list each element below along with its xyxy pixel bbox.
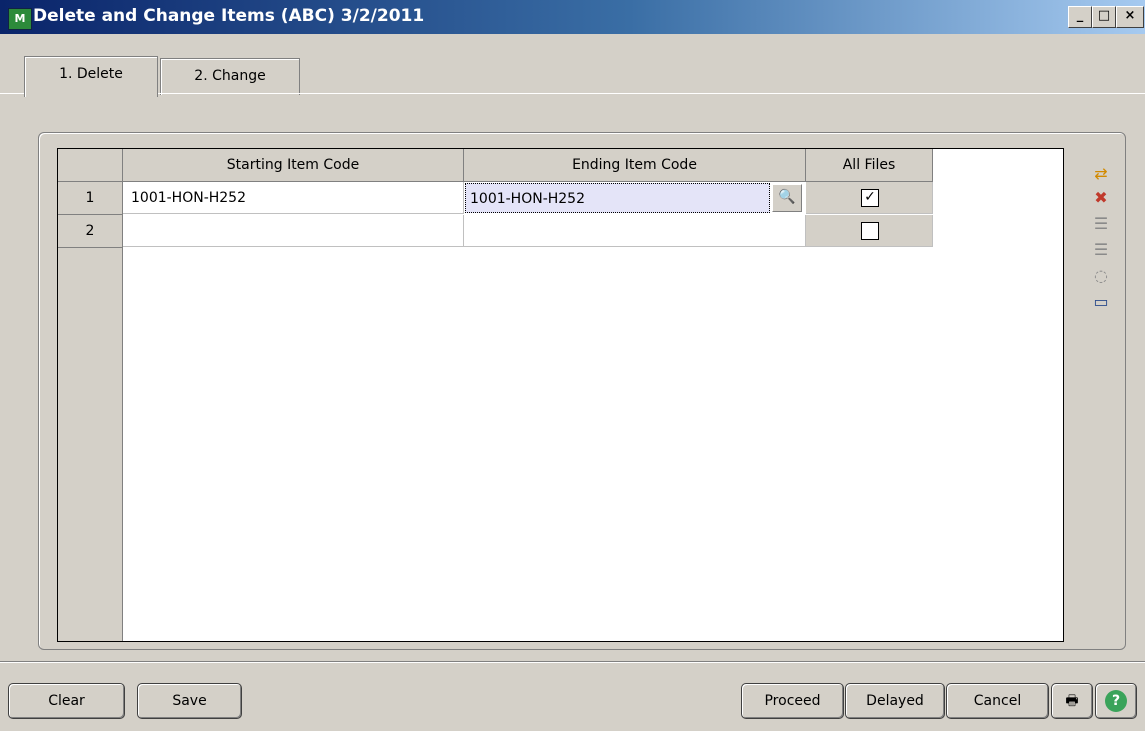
help-icon: ? (1105, 690, 1127, 712)
tab-divider (0, 93, 1145, 94)
ending-item-code-cell[interactable] (464, 215, 806, 247)
row-number[interactable]: 1 (58, 182, 122, 215)
starting-item-code-cell[interactable]: 1001-HON-H252 (123, 182, 464, 214)
insert-row-icon[interactable]: ⇄ (1090, 164, 1112, 184)
corner-header (58, 149, 123, 182)
column-header-all-files[interactable]: All Files (806, 149, 933, 182)
column-header-starting-item-code[interactable]: Starting Item Code (123, 149, 464, 182)
all-files-checkbox-checked[interactable]: ✓ (861, 189, 879, 207)
cancel-button[interactable]: Cancel (946, 683, 1049, 719)
select-icon[interactable]: ◌ (1090, 266, 1112, 286)
tab-delete-label: 1. Delete (59, 66, 123, 82)
outdent-icon[interactable]: ☰ (1090, 240, 1112, 260)
minimize-button[interactable]: _ (1068, 6, 1092, 28)
bottom-divider-highlight (0, 662, 1145, 663)
all-files-cell[interactable] (806, 215, 933, 247)
title-bar: M Delete and Change Items (ABC) 3/2/2011… (0, 0, 1145, 34)
tab-delete[interactable]: 1. Delete (24, 56, 158, 97)
delete-row-icon[interactable]: ✖ (1090, 188, 1112, 208)
items-grid: Starting Item Code Ending Item Code All … (57, 148, 1064, 642)
proceed-button[interactable]: Proceed (741, 683, 844, 719)
tab-change[interactable]: 2. Change (160, 58, 300, 95)
lookup-button[interactable]: 🔍 (772, 184, 802, 212)
row-number[interactable]: 2 (58, 215, 122, 248)
window-title: Delete and Change Items (ABC) 3/2/2011 (33, 6, 425, 26)
print-button[interactable]: 🖶 (1051, 683, 1093, 719)
ending-item-code-cell[interactable]: 1001-HON-H252 (465, 183, 770, 213)
all-files-checkbox[interactable] (861, 222, 879, 240)
starting-item-code-cell[interactable] (123, 215, 464, 247)
close-button[interactable]: × (1116, 6, 1144, 28)
printer-icon: 🖶 (1065, 693, 1079, 709)
help-button[interactable]: ? (1095, 683, 1137, 719)
all-files-cell[interactable]: ✓ (806, 182, 933, 214)
delayed-button[interactable]: Delayed (845, 683, 945, 719)
indent-icon[interactable]: ☰ (1090, 214, 1112, 234)
grid-settings-icon[interactable]: ▭ (1090, 292, 1112, 312)
magnifier-icon: 🔍 (778, 189, 796, 205)
maximize-button[interactable]: □ (1092, 6, 1116, 28)
tab-change-label: 2. Change (194, 68, 266, 84)
column-header-ending-item-code[interactable]: Ending Item Code (464, 149, 806, 182)
save-button[interactable]: Save (137, 683, 242, 719)
clear-button[interactable]: Clear (8, 683, 125, 719)
app-icon: M (8, 8, 32, 30)
